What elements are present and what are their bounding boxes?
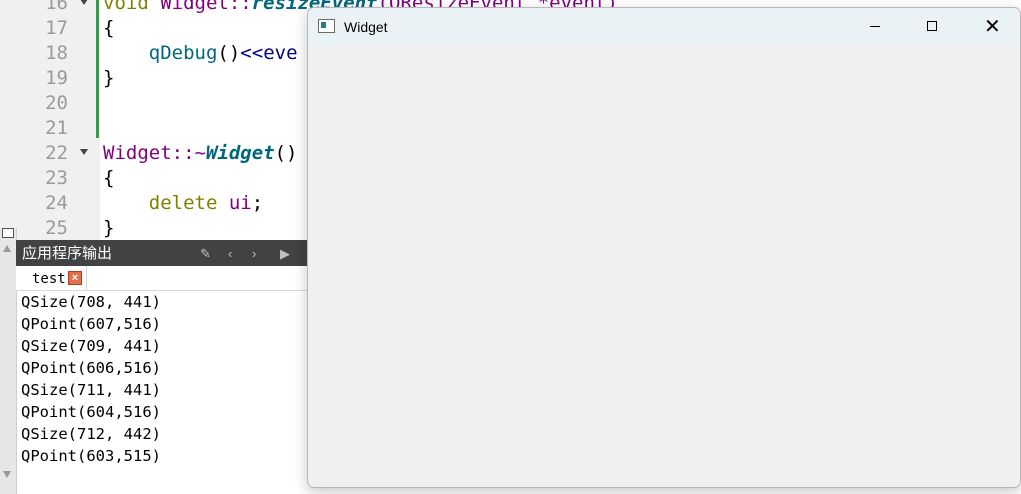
- identifier: ui: [228, 192, 252, 214]
- next-icon[interactable]: ›: [252, 247, 256, 260]
- class-name: Widget::~: [103, 142, 206, 164]
- line-number: 23: [45, 167, 68, 189]
- minimize-icon: [870, 26, 880, 27]
- window-client-area[interactable]: [308, 46, 1020, 487]
- stream-operator: <<: [240, 42, 264, 64]
- app-window-icon: [318, 19, 335, 33]
- keyword: void: [103, 0, 149, 14]
- line-number: 18: [45, 42, 68, 64]
- maximize-button[interactable]: [904, 8, 962, 46]
- panel-scroll-strip[interactable]: [0, 228, 17, 494]
- output-log[interactable]: QSize(708, 441) QPoint(607,516) QSize(70…: [21, 291, 161, 467]
- code-text: {: [103, 167, 115, 189]
- code-text: qDebug()<<eve: [103, 41, 298, 66]
- code-text: {: [103, 17, 115, 39]
- log-line: QPoint(607,516): [21, 315, 161, 333]
- line-number: 22: [45, 142, 68, 164]
- app-icon-accent: [321, 22, 326, 28]
- log-line: QSize(708, 441): [21, 293, 161, 311]
- scroll-up-icon[interactable]: [3, 245, 11, 252]
- close-icon: ✕: [984, 14, 1001, 38]
- scroll-down-icon[interactable]: [3, 471, 11, 478]
- log-line: QPoint(604,516): [21, 403, 161, 421]
- line-number: 24: [45, 192, 68, 214]
- close-button[interactable]: ✕: [962, 8, 1020, 46]
- widget-window[interactable]: Widget ✕: [307, 7, 1021, 488]
- semicolon: ;: [251, 192, 264, 214]
- log-line: QPoint(603,515): [21, 447, 161, 465]
- parens: (): [274, 142, 298, 164]
- line-number: 17: [45, 17, 68, 39]
- log-line: QSize(709, 441): [21, 337, 161, 355]
- tab-close-icon[interactable]: ×: [68, 271, 82, 285]
- clean-output-icon[interactable]: ✎: [200, 247, 211, 260]
- log-line: QPoint(606,516): [21, 359, 161, 377]
- line-number: 20: [45, 92, 68, 114]
- parens: (): [217, 42, 241, 64]
- panel-title: 应用程序输出: [22, 245, 113, 262]
- function-name: Widget: [205, 142, 275, 164]
- code-text: }: [103, 217, 115, 239]
- function-call: qDebug: [148, 42, 218, 64]
- maximize-icon: [927, 21, 937, 31]
- code-text: }: [103, 67, 115, 89]
- run-icon[interactable]: ▶: [280, 247, 290, 260]
- log-line: QSize(711, 441): [21, 381, 161, 399]
- line-number: 19: [45, 67, 68, 89]
- tab-label: test: [32, 271, 66, 287]
- code-text: delete ui;: [103, 191, 263, 216]
- log-line: QSize(712, 442): [21, 425, 161, 443]
- previous-icon[interactable]: ‹: [228, 247, 232, 260]
- line-number: 21: [45, 117, 68, 139]
- panel-menu-icon[interactable]: [2, 228, 14, 238]
- minimize-button[interactable]: [846, 8, 904, 46]
- identifier: eve: [263, 42, 298, 64]
- window-title-bar[interactable]: Widget ✕: [308, 8, 1020, 46]
- window-title: Widget: [344, 19, 388, 35]
- fold-arrow-icon[interactable]: [80, 0, 88, 5]
- fold-arrow-icon[interactable]: [80, 149, 88, 155]
- line-number: 16: [45, 0, 68, 14]
- class-name: Widget::: [148, 0, 252, 14]
- tab-test[interactable]: test ×: [16, 266, 87, 290]
- code-text: Widget::~Widget(): [103, 141, 297, 166]
- keyword: delete: [148, 192, 218, 214]
